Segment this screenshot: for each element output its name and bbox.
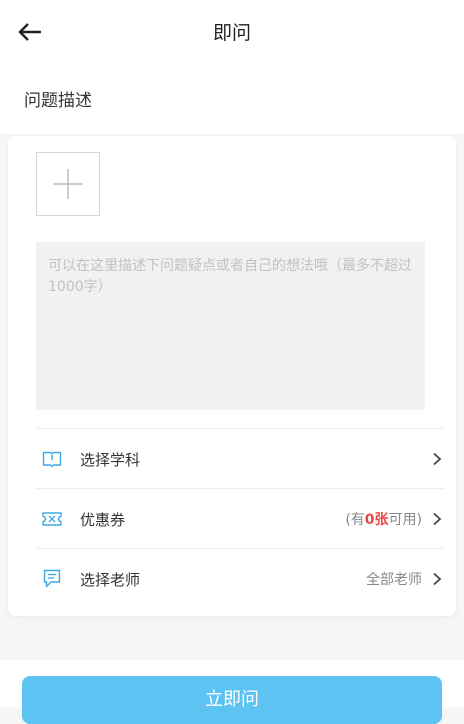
chevron-right-icon [430, 512, 444, 526]
book-icon [42, 449, 62, 469]
plus-icon [53, 169, 83, 199]
ticket-icon [42, 509, 62, 529]
section-header: 问题描述 [0, 64, 464, 134]
divider [36, 548, 444, 549]
chevron-right-icon [430, 452, 444, 466]
select-subject-label: 选择学科 [80, 450, 141, 469]
coupon-row[interactable]: 优惠券 (有 0张 可用) [36, 490, 444, 548]
divider [36, 488, 444, 489]
select-subject-value [422, 452, 444, 466]
select-subject-row[interactable]: 选择学科 [36, 430, 444, 488]
coupon-label: 优惠券 [80, 510, 126, 529]
description-textarea[interactable] [36, 242, 425, 410]
page-title: 即问 [212, 22, 251, 44]
question-card: 选择学科 优惠券 (有0张可用) [8, 136, 456, 616]
submit-button[interactable]: 立即问 [22, 676, 442, 724]
section-title: 问题描述 [24, 91, 92, 111]
coupon-count: 0张 [364, 512, 389, 528]
top-bar: 即问 [0, 0, 464, 64]
select-teacher-label: 选择老师 [80, 570, 141, 589]
chat-icon [42, 569, 62, 589]
chevron-right-icon [430, 572, 444, 586]
select-teacher-row[interactable]: 选择老师 全部老师 [36, 550, 444, 608]
select-teacher-value: 全部老师 [366, 569, 444, 589]
divider [36, 428, 444, 429]
add-photo-button[interactable] [36, 152, 100, 216]
coupon-availability: (有 0张 可用) [345, 509, 444, 529]
